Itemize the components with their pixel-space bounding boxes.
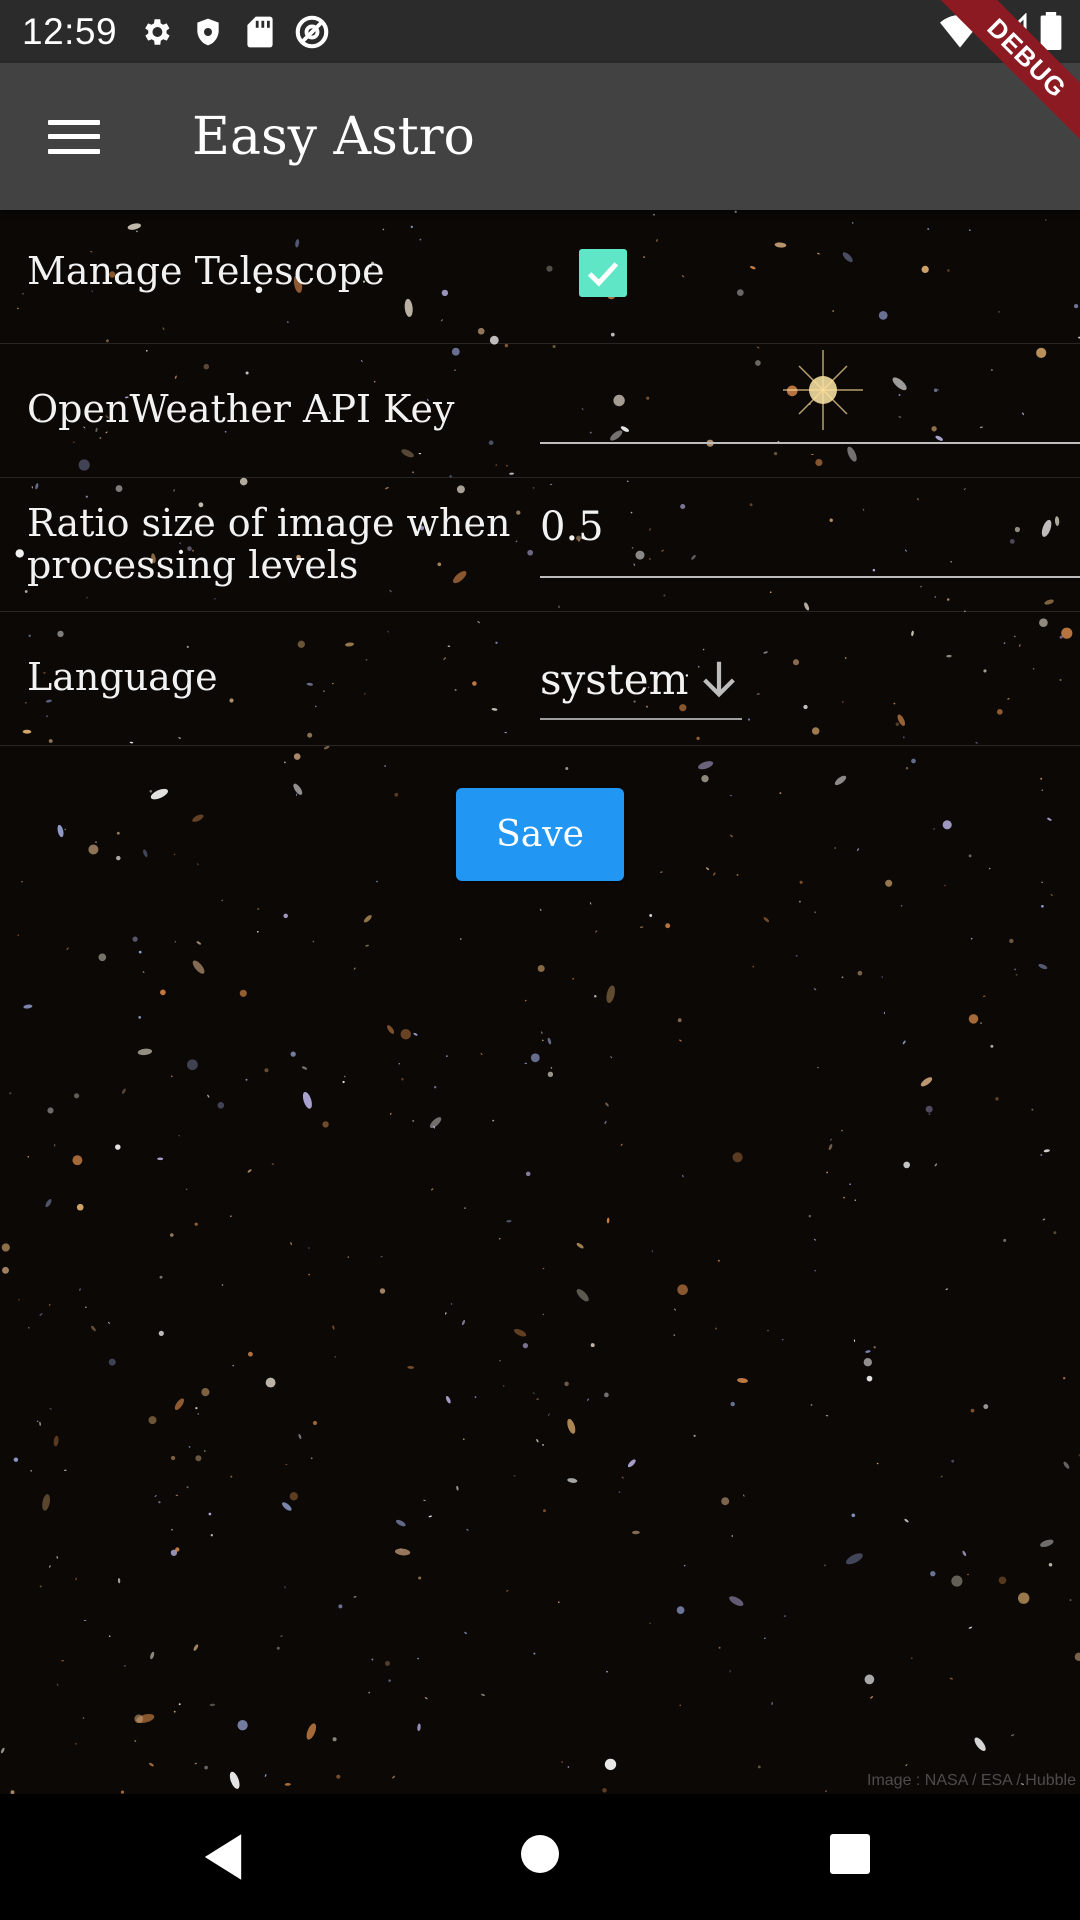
debug-banner: DEBUG <box>920 0 1080 160</box>
setting-language: Language system <box>0 612 1080 746</box>
shield-icon <box>189 13 227 51</box>
at-sign-icon <box>293 13 331 51</box>
app-title: Easy Astro <box>192 106 475 167</box>
image-ratio-label-line2: processing levels <box>27 543 359 587</box>
image-ratio-input[interactable]: 0.5 <box>540 478 1080 578</box>
image-ratio-label-line1: Ratio size of image when <box>27 501 511 545</box>
manage-telescope-checkbox[interactable] <box>579 249 627 297</box>
language-label: Language <box>27 655 218 699</box>
image-ratio-label: Ratio size of image when processing leve… <box>27 502 510 586</box>
check-icon <box>587 262 619 287</box>
image-credit: Image : NASA / ESA / Hubble <box>867 1772 1076 1789</box>
status-bar: 12:59 <box>0 0 1080 63</box>
menu-icon[interactable] <box>48 117 100 157</box>
settings-page: Image : NASA / ESA / Hubble Manage Teles… <box>0 210 1080 1794</box>
setting-manage-telescope: Manage Telescope <box>0 210 1080 344</box>
app-bar: Easy Astro <box>0 63 1080 210</box>
openweather-api-key-input[interactable] <box>540 344 1080 444</box>
openweather-api-key-label: OpenWeather API Key <box>27 387 455 431</box>
language-dropdown[interactable]: system <box>540 640 742 720</box>
navigation-bar <box>0 1794 1080 1920</box>
home-icon[interactable] <box>520 1834 560 1874</box>
setting-image-ratio: Ratio size of image when processing leve… <box>0 478 1080 612</box>
back-icon[interactable] <box>200 1832 246 1882</box>
recents-icon[interactable] <box>830 1834 870 1874</box>
arrow-down-icon <box>696 656 742 702</box>
language-value: system <box>540 654 689 704</box>
settings-icon <box>137 13 175 51</box>
image-ratio-value: 0.5 <box>540 504 604 550</box>
debug-banner-label: DEBUG <box>931 0 1080 154</box>
status-left-icons <box>137 13 331 51</box>
status-time: 12:59 <box>22 10 118 52</box>
sd-card-icon <box>241 13 279 51</box>
manage-telescope-label: Manage Telescope <box>27 249 385 293</box>
setting-openweather-api-key: OpenWeather API Key <box>0 344 1080 478</box>
save-button[interactable]: Save <box>456 788 624 881</box>
